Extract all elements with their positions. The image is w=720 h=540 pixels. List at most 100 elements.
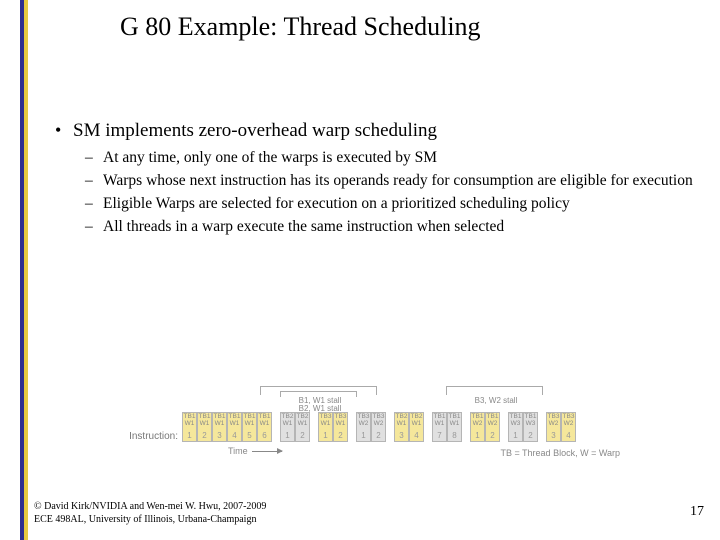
block-label: TB1 W1 xyxy=(184,414,196,427)
bullet-main-text: SM implements zero-overhead warp schedul… xyxy=(73,120,437,142)
diagram-legend: TB = Thread Block, W = Warp xyxy=(500,448,620,458)
instruction-block: TB1 W3 1 xyxy=(508,412,523,442)
block-gap xyxy=(462,412,470,442)
bullet-main: • SM implements zero-overhead warp sched… xyxy=(55,120,700,142)
block-number: 7 xyxy=(437,431,441,440)
sub-bullet-text: Warps whose next instruction has its ope… xyxy=(103,171,700,192)
instruction-block: TB1 W2 1 xyxy=(470,412,485,442)
block-number: 4 xyxy=(414,431,418,440)
sub-bullet: – All threads in a warp execute the same… xyxy=(85,217,700,238)
instruction-block: TB1 W1 5 xyxy=(242,412,257,442)
block-number: 2 xyxy=(528,431,532,440)
block-number: 1 xyxy=(187,431,191,440)
bullet-dot-icon: • xyxy=(55,120,73,141)
slide-title: G 80 Example: Thread Scheduling xyxy=(120,12,481,42)
instruction-blocks: TB1 W11TB1 W12TB1 W13TB1 W14TB1 W15TB1 W… xyxy=(182,412,576,442)
accent-bar-yellow xyxy=(24,0,28,540)
block-number: 6 xyxy=(262,431,266,440)
instruction-block: TB1 W1 3 xyxy=(212,412,227,442)
block-label: TB3 W2 xyxy=(563,414,575,427)
instruction-block: TB1 W1 1 xyxy=(182,412,197,442)
slide-footer: © David Kirk/NVIDIA and Wen-mei W. Hwu, … xyxy=(34,501,266,526)
block-number: 3 xyxy=(551,431,555,440)
footer-line: ECE 498AL, University of Illinois, Urban… xyxy=(34,514,266,527)
instruction-block: TB1 W1 6 xyxy=(257,412,272,442)
instruction-block: TB2 W1 1 xyxy=(280,412,295,442)
dash-icon: – xyxy=(85,194,103,215)
dash-icon: – xyxy=(85,171,103,192)
sub-bullet: – At any time, only one of the warps is … xyxy=(85,148,700,169)
sub-bullet-text: Eligible Warps are selected for executio… xyxy=(103,194,700,215)
stall-label: B2, W1 stall xyxy=(260,405,380,413)
sub-bullet-list: – At any time, only one of the warps is … xyxy=(85,148,700,238)
scheduling-diagram: B1, W1 stall B2, W1 stall B3, W2 stall I… xyxy=(120,386,620,456)
block-label: TB1 W2 xyxy=(472,414,484,427)
instruction-block: TB3 W1 1 xyxy=(318,412,333,442)
block-label: TB1 W1 xyxy=(229,414,241,427)
instruction-row: Instruction: TB1 W11TB1 W12TB1 W13TB1 W1… xyxy=(120,412,620,442)
block-label: TB3 W2 xyxy=(358,414,370,427)
instruction-block: TB2 W14 xyxy=(409,412,424,442)
instruction-block: TB1 W18 xyxy=(447,412,462,442)
block-number: 1 xyxy=(513,431,517,440)
dash-icon: – xyxy=(85,148,103,169)
sub-bullet: – Warps whose next instruction has its o… xyxy=(85,171,700,192)
stall-group-right: B3, W2 stall xyxy=(446,386,546,405)
stall-label: B3, W2 stall xyxy=(446,397,546,405)
block-gap xyxy=(348,412,356,442)
time-label: Time xyxy=(228,446,248,456)
block-number: 4 xyxy=(566,431,570,440)
instruction-block: TB1 W22 xyxy=(485,412,500,442)
block-number: 5 xyxy=(247,431,251,440)
block-number: 2 xyxy=(490,431,494,440)
block-number: 1 xyxy=(361,431,365,440)
block-label: TB3 W2 xyxy=(373,414,385,427)
stall-group-left: B1, W1 stall B2, W1 stall xyxy=(260,386,380,413)
instruction-block: TB1 W3 2 xyxy=(523,412,538,442)
arrow-right-icon xyxy=(252,451,282,452)
dash-icon: – xyxy=(85,217,103,238)
block-number: 8 xyxy=(452,431,456,440)
block-label: TB3 W1 xyxy=(320,414,332,427)
instruction-block: TB1 W12 xyxy=(197,412,212,442)
block-gap xyxy=(500,412,508,442)
instruction-block: TB3 W2 1 xyxy=(356,412,371,442)
instruction-label: Instruction: xyxy=(120,431,182,442)
instruction-block: TB3 W12 xyxy=(333,412,348,442)
block-label: TB1 W1 xyxy=(244,414,256,427)
block-label: TB3 W2 xyxy=(548,414,560,427)
block-gap xyxy=(538,412,546,442)
block-label: TB1 W1 xyxy=(214,414,226,427)
block-number: 2 xyxy=(300,431,304,440)
block-label: TB1 W1 xyxy=(199,414,211,427)
block-number: 3 xyxy=(399,431,403,440)
block-number: 1 xyxy=(285,431,289,440)
block-label: TB3 W1 xyxy=(335,414,347,427)
block-label: TB1 W1 xyxy=(259,414,271,427)
stall-brackets xyxy=(446,386,546,396)
stall-brackets xyxy=(260,386,380,396)
block-label: TB2 W1 xyxy=(282,414,294,427)
sub-bullet: – Eligible Warps are selected for execut… xyxy=(85,194,700,215)
block-label: TB1 W3 xyxy=(525,414,537,427)
block-gap xyxy=(310,412,318,442)
instruction-block: TB1 W1 7 xyxy=(432,412,447,442)
block-label: TB1 W1 xyxy=(434,414,446,427)
stall-labels: B1, W1 stall B2, W1 stall B3, W2 stall xyxy=(178,386,620,412)
instruction-block: TB2 W1 2 xyxy=(295,412,310,442)
block-label: TB2 W1 xyxy=(396,414,408,427)
block-number: 3 xyxy=(217,431,221,440)
block-number: 2 xyxy=(376,431,380,440)
block-label: TB2 W1 xyxy=(297,414,309,427)
block-gap xyxy=(424,412,432,442)
block-label: TB1 W3 xyxy=(510,414,522,427)
instruction-block: TB1 W1 4 xyxy=(227,412,242,442)
instruction-block: TB3 W2 4 xyxy=(561,412,576,442)
slide-content: • SM implements zero-overhead warp sched… xyxy=(55,120,700,240)
block-number: 4 xyxy=(232,431,236,440)
block-number: 1 xyxy=(475,431,479,440)
instruction-block: TB2 W1 3 xyxy=(394,412,409,442)
block-number: 1 xyxy=(323,431,327,440)
block-gap xyxy=(272,412,280,442)
instruction-block: TB3 W2 2 xyxy=(371,412,386,442)
